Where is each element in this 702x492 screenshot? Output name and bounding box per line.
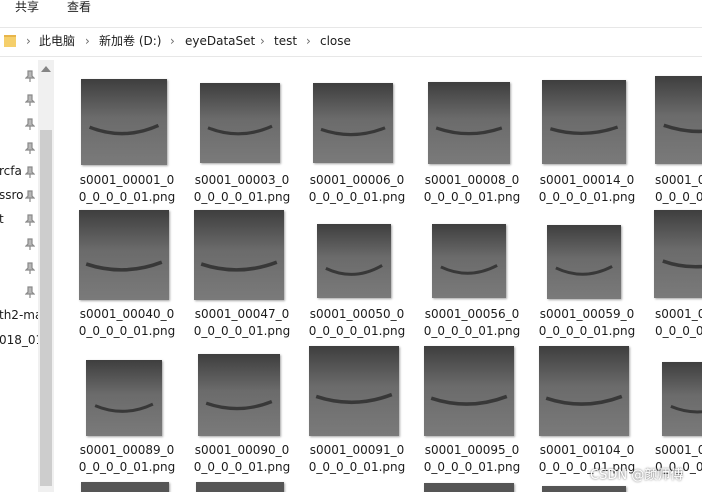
nav-item-label[interactable]: 018_01 <box>0 333 43 347</box>
file-item[interactable]: s0001_00014_0 0_0_0_0_01.png <box>537 76 637 204</box>
breadcrumb-eyedataset[interactable]: eyeDataSet <box>185 34 255 49</box>
image-thumbnail-partial[interactable] <box>542 486 626 492</box>
file-name: s0001_00014_0 0_0_0_0_01.png <box>538 173 636 204</box>
image-thumbnail <box>432 224 506 298</box>
breadcrumb-separator: › <box>260 34 265 48</box>
image-thumbnail <box>662 362 702 436</box>
image-thumbnail <box>654 210 702 298</box>
file-item[interactable]: s0001_00095_0 0_0_0_0_01.png <box>422 346 522 474</box>
image-thumbnail <box>542 80 626 164</box>
image-thumbnail <box>198 354 280 436</box>
image-thumbnail-partial[interactable] <box>424 483 514 492</box>
file-name: s0001_00006_0 0_0_0_0_01.png <box>308 173 406 204</box>
image-thumbnail <box>200 83 280 163</box>
pin-icon[interactable] <box>25 118 35 130</box>
image-thumbnail <box>428 82 510 164</box>
pin-icon[interactable] <box>25 262 35 274</box>
file-item[interactable]: s0001_00003_0 0_0_0_0_01.png <box>192 76 292 204</box>
file-name: s0001_00001_0 0_0_0_0_01.png <box>78 173 176 204</box>
file-item[interactable]: s0001_00091_0 0_0_0_0_01.png <box>307 346 407 474</box>
file-item[interactable]: s0001_00006_0 0_0_0_0_01.png <box>307 76 407 204</box>
file-item[interactable]: s0001_00008_0 0_0_0_0_01.png <box>422 76 522 204</box>
breadcrumb-close[interactable]: close <box>320 34 351 49</box>
image-thumbnail <box>424 346 514 436</box>
pin-icon[interactable] <box>25 286 35 298</box>
image-thumbnail <box>309 346 399 436</box>
pin-icon[interactable] <box>25 142 35 154</box>
breadcrumb-this-pc[interactable]: 此电脑 <box>39 34 75 49</box>
file-item[interactable]: s0001_00040_0 0_0_0_0_01.png <box>77 210 177 338</box>
file-item[interactable]: s0001_00089_0 0_0_0_0_01.png <box>77 346 177 474</box>
image-thumbnail <box>655 76 702 164</box>
file-name: s0001_00047_0 0_0_0_0_01.png <box>193 307 291 338</box>
file-name: s0001_00040_0 0_0_0_0_01.png <box>78 307 176 338</box>
file-grid: s0001_00001_0 0_0_0_0_01.png s0001_00003… <box>54 60 702 492</box>
file-item[interactable]: s0001_00047_0 0_0_0_0_01.png <box>192 210 292 338</box>
file-name: s0001_00059_0 0_0_0_0_01.png <box>538 307 636 338</box>
file-item[interactable]: s0001_00059_0 0_0_0_0_01.png <box>537 210 637 338</box>
breadcrumb-drive-d[interactable]: 新加卷 (D:) <box>99 34 161 49</box>
image-thumbnail-partial[interactable] <box>196 482 284 492</box>
file-name: s0001_00089_0 0_0_0_0_01.png <box>78 443 176 474</box>
file-name: s0001_00095_0 0_0_0_0_01.png <box>423 443 521 474</box>
pin-icon[interactable] <box>25 238 35 250</box>
image-thumbnail <box>317 224 391 298</box>
file-name: s0001_00008_0 0_0_0_0_01.png <box>423 173 521 204</box>
folder-icon <box>4 35 16 47</box>
file-name: s0001_00003_0 0_0_0_0_01.png <box>193 173 291 204</box>
scroll-up-arrow-icon[interactable] <box>41 66 51 72</box>
nav-item-label[interactable]: th2-ma <box>0 308 42 322</box>
breadcrumb-separator: › <box>170 34 175 48</box>
breadcrumb-separator: › <box>306 34 311 48</box>
ribbon-tab-share[interactable]: 共享 <box>15 0 39 14</box>
nav-item-label[interactable]: ssro <box>0 188 24 202</box>
pin-icon[interactable] <box>25 70 35 82</box>
breadcrumb-separator: › <box>26 34 31 48</box>
file-item[interactable]: s0001_00050_0 0_0_0_0_01.png <box>307 210 407 338</box>
file-name: s0001_00056_0 0_0_0_0_01.png <box>423 307 521 338</box>
image-thumbnail <box>81 79 167 165</box>
file-name: s0001_00050_0 0_0_0_0_01.png <box>308 307 406 338</box>
watermark: CSDN @颜师傅 <box>590 468 684 483</box>
pin-icon[interactable] <box>25 214 35 226</box>
ribbon-tab-view[interactable]: 查看 <box>67 0 91 14</box>
address-bar[interactable]: › 此电脑 › 新加卷 (D:) › eyeDataSet › test › c… <box>0 27 702 57</box>
file-name: s0001_00 0_0_0_0 <box>655 307 702 338</box>
image-thumbnail <box>194 210 284 300</box>
file-name: s0001_00090_0 0_0_0_0_01.png <box>193 443 291 474</box>
breadcrumb-test[interactable]: test <box>274 34 297 49</box>
file-item[interactable]: s0001_00001_0 0_0_0_0_01.png <box>77 76 177 204</box>
pin-icon[interactable] <box>25 166 35 178</box>
file-item[interactable]: s0001_00 0_0_0_0 <box>652 76 702 204</box>
image-thumbnail-partial[interactable] <box>81 482 169 492</box>
scrollbar-thumb[interactable] <box>40 130 52 486</box>
file-item[interactable]: s0001_00056_0 0_0_0_0_01.png <box>422 210 522 338</box>
file-item[interactable]: s0001_00090_0 0_0_0_0_01.png <box>192 346 292 474</box>
file-item[interactable]: s0001_00104_0 0_0_0_0_01.png <box>537 346 637 474</box>
image-thumbnail <box>547 225 621 299</box>
image-thumbnail <box>79 210 169 300</box>
breadcrumb-separator: › <box>85 34 90 48</box>
nav-scrollbar[interactable] <box>38 60 54 492</box>
pin-icon[interactable] <box>25 190 35 202</box>
image-thumbnail <box>86 360 162 436</box>
image-thumbnail <box>539 346 629 436</box>
file-item[interactable]: s0001_00 0_0_0_0 <box>652 346 702 474</box>
file-name: s0001_00091_0 0_0_0_0_01.png <box>308 443 406 474</box>
file-name: s0001_00 0_0_0_0 <box>655 173 702 204</box>
nav-item-label[interactable]: t <box>0 212 4 226</box>
image-thumbnail <box>313 83 393 163</box>
file-item[interactable]: s0001_00 0_0_0_0 <box>652 210 702 338</box>
pin-icon[interactable] <box>25 94 35 106</box>
ribbon: 共享 查看 <box>0 0 702 20</box>
nav-item-label[interactable]: rcfa <box>0 164 22 178</box>
